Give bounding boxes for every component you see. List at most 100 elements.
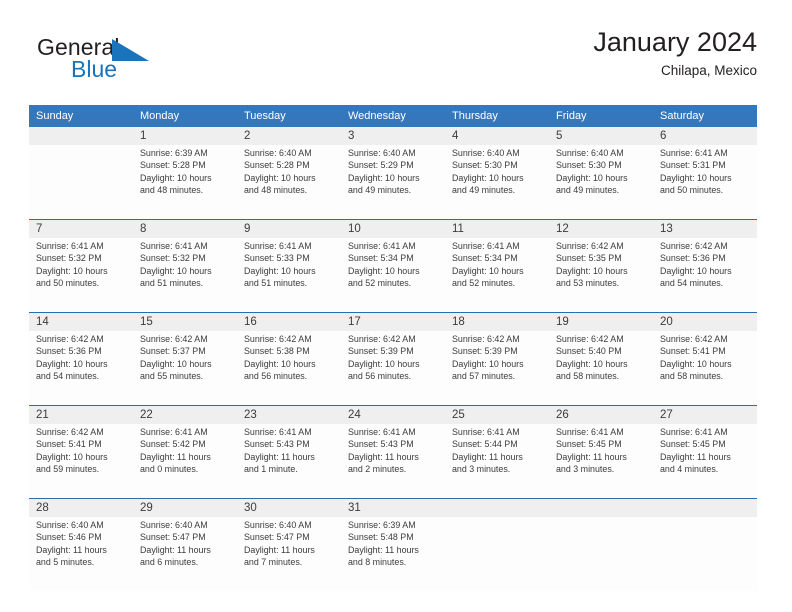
- day-cell[interactable]: Sunrise: 6:39 AM Sunset: 5:28 PM Dayligh…: [133, 145, 237, 220]
- general-blue-logo[interactable]: General Blue: [37, 34, 257, 94]
- daylight-text-line2: and 48 minutes.: [140, 185, 204, 196]
- day-cell[interactable]: Sunrise: 6:42 AM Sunset: 5:39 PM Dayligh…: [445, 331, 549, 406]
- sunset-text: Sunset: 5:45 PM: [660, 439, 726, 450]
- sunrise-text: Sunrise: 6:40 AM: [244, 148, 312, 158]
- day-number: 26: [549, 405, 653, 424]
- day-number: 13: [653, 219, 757, 238]
- sunset-text: Sunset: 5:45 PM: [556, 439, 622, 450]
- day-cell[interactable]: Sunrise: 6:42 AM Sunset: 5:40 PM Dayligh…: [549, 331, 653, 406]
- day-cell[interactable]: Sunrise: 6:41 AM Sunset: 5:44 PM Dayligh…: [445, 424, 549, 499]
- sunrise-text: Sunrise: 6:41 AM: [660, 148, 728, 158]
- sunrise-text: Sunrise: 6:40 AM: [556, 148, 624, 158]
- sunset-text: Sunset: 5:46 PM: [36, 532, 102, 543]
- day-cell[interactable]: Sunrise: 6:42 AM Sunset: 5:41 PM Dayligh…: [653, 331, 757, 406]
- sunset-text: Sunset: 5:36 PM: [36, 346, 102, 357]
- sunrise-text: Sunrise: 6:40 AM: [140, 520, 208, 530]
- day-cell[interactable]: Sunrise: 6:41 AM Sunset: 5:42 PM Dayligh…: [133, 424, 237, 499]
- day-cell[interactable]: Sunrise: 6:41 AM Sunset: 5:45 PM Dayligh…: [549, 424, 653, 499]
- daylight-text-line1: Daylight: 10 hours: [660, 172, 732, 183]
- day-number: [549, 498, 653, 517]
- week-row-details: Sunrise: 6:41 AM Sunset: 5:32 PM Dayligh…: [29, 238, 757, 313]
- day-cell[interactable]: Sunrise: 6:41 AM Sunset: 5:32 PM Dayligh…: [133, 238, 237, 313]
- sunrise-text: Sunrise: 6:42 AM: [660, 334, 728, 344]
- sunset-text: Sunset: 5:29 PM: [348, 160, 414, 171]
- weekday-header-friday: Friday: [549, 105, 653, 127]
- day-cell[interactable]: Sunrise: 6:42 AM Sunset: 5:35 PM Dayligh…: [549, 238, 653, 313]
- page-header: General Blue January 2024 Chilapa, Mexic…: [29, 26, 757, 98]
- day-cell[interactable]: Sunrise: 6:42 AM Sunset: 5:37 PM Dayligh…: [133, 331, 237, 406]
- daylight-text-line1: Daylight: 10 hours: [660, 265, 732, 276]
- day-cell[interactable]: Sunrise: 6:40 AM Sunset: 5:47 PM Dayligh…: [133, 517, 237, 591]
- sunset-text: Sunset: 5:44 PM: [452, 439, 518, 450]
- sunset-text: Sunset: 5:43 PM: [348, 439, 414, 450]
- calendar-header-row: Sunday Monday Tuesday Wednesday Thursday…: [29, 105, 757, 127]
- day-number: 14: [29, 312, 133, 331]
- day-cell[interactable]: [549, 517, 653, 591]
- day-number: 10: [341, 219, 445, 238]
- daylight-text-line1: Daylight: 10 hours: [140, 358, 212, 369]
- daylight-text-line2: and 6 minutes.: [140, 557, 199, 568]
- daylight-text-line1: Daylight: 10 hours: [556, 265, 628, 276]
- sunset-text: Sunset: 5:39 PM: [348, 346, 414, 357]
- daylight-text-line1: Daylight: 10 hours: [452, 172, 524, 183]
- day-cell[interactable]: Sunrise: 6:42 AM Sunset: 5:38 PM Dayligh…: [237, 331, 341, 406]
- day-number: 1: [133, 127, 237, 145]
- day-cell[interactable]: [445, 517, 549, 591]
- day-cell[interactable]: [29, 145, 133, 220]
- week-row-daynumbers: 7 8 9 10 11 12 13: [29, 219, 757, 238]
- day-cell[interactable]: Sunrise: 6:41 AM Sunset: 5:34 PM Dayligh…: [445, 238, 549, 313]
- sunset-text: Sunset: 5:37 PM: [140, 346, 206, 357]
- daylight-text-line1: Daylight: 10 hours: [348, 172, 420, 183]
- day-cell[interactable]: [653, 517, 757, 591]
- day-cell[interactable]: Sunrise: 6:41 AM Sunset: 5:34 PM Dayligh…: [341, 238, 445, 313]
- day-cell[interactable]: Sunrise: 6:41 AM Sunset: 5:43 PM Dayligh…: [237, 424, 341, 499]
- day-cell[interactable]: Sunrise: 6:41 AM Sunset: 5:43 PM Dayligh…: [341, 424, 445, 499]
- daylight-text-line2: and 49 minutes.: [452, 185, 516, 196]
- sunrise-text: Sunrise: 6:42 AM: [348, 334, 416, 344]
- day-cell[interactable]: Sunrise: 6:41 AM Sunset: 5:31 PM Dayligh…: [653, 145, 757, 220]
- daylight-text-line2: and 2 minutes.: [348, 464, 407, 475]
- day-number: 23: [237, 405, 341, 424]
- day-cell[interactable]: Sunrise: 6:39 AM Sunset: 5:48 PM Dayligh…: [341, 517, 445, 591]
- day-cell[interactable]: Sunrise: 6:42 AM Sunset: 5:41 PM Dayligh…: [29, 424, 133, 499]
- day-cell[interactable]: Sunrise: 6:41 AM Sunset: 5:45 PM Dayligh…: [653, 424, 757, 499]
- day-cell[interactable]: Sunrise: 6:42 AM Sunset: 5:39 PM Dayligh…: [341, 331, 445, 406]
- day-number: 16: [237, 312, 341, 331]
- day-cell[interactable]: Sunrise: 6:40 AM Sunset: 5:28 PM Dayligh…: [237, 145, 341, 220]
- day-cell[interactable]: Sunrise: 6:40 AM Sunset: 5:30 PM Dayligh…: [445, 145, 549, 220]
- daylight-text-line2: and 55 minutes.: [140, 371, 204, 382]
- sunset-text: Sunset: 5:33 PM: [244, 253, 310, 264]
- daylight-text-line2: and 50 minutes.: [660, 185, 724, 196]
- sunrise-text: Sunrise: 6:41 AM: [348, 241, 416, 251]
- day-number: 11: [445, 219, 549, 238]
- sunset-text: Sunset: 5:40 PM: [556, 346, 622, 357]
- sunrise-text: Sunrise: 6:41 AM: [140, 427, 208, 437]
- day-cell[interactable]: Sunrise: 6:40 AM Sunset: 5:29 PM Dayligh…: [341, 145, 445, 220]
- day-cell[interactable]: Sunrise: 6:42 AM Sunset: 5:36 PM Dayligh…: [29, 331, 133, 406]
- day-number: 18: [445, 312, 549, 331]
- triangle-flag-icon: [112, 39, 150, 62]
- day-number: 27: [653, 405, 757, 424]
- week-row-daynumbers: 28 29 30 31: [29, 498, 757, 517]
- daylight-text-line1: Daylight: 10 hours: [244, 358, 316, 369]
- day-cell[interactable]: Sunrise: 6:40 AM Sunset: 5:46 PM Dayligh…: [29, 517, 133, 591]
- sunrise-text: Sunrise: 6:42 AM: [556, 241, 624, 251]
- day-cell[interactable]: Sunrise: 6:40 AM Sunset: 5:47 PM Dayligh…: [237, 517, 341, 591]
- daylight-text-line1: Daylight: 10 hours: [36, 358, 108, 369]
- day-cell[interactable]: Sunrise: 6:41 AM Sunset: 5:33 PM Dayligh…: [237, 238, 341, 313]
- daylight-text-line1: Daylight: 11 hours: [36, 544, 107, 555]
- daylight-text-line1: Daylight: 10 hours: [452, 265, 524, 276]
- daylight-text-line2: and 54 minutes.: [660, 278, 724, 289]
- daylight-text-line1: Daylight: 11 hours: [140, 451, 211, 462]
- daylight-text-line2: and 56 minutes.: [348, 371, 412, 382]
- day-cell[interactable]: Sunrise: 6:41 AM Sunset: 5:32 PM Dayligh…: [29, 238, 133, 313]
- daylight-text-line1: Daylight: 10 hours: [244, 172, 316, 183]
- day-cell[interactable]: Sunrise: 6:42 AM Sunset: 5:36 PM Dayligh…: [653, 238, 757, 313]
- sunset-text: Sunset: 5:30 PM: [556, 160, 622, 171]
- day-cell[interactable]: Sunrise: 6:40 AM Sunset: 5:30 PM Dayligh…: [549, 145, 653, 220]
- daylight-text-line1: Daylight: 10 hours: [556, 358, 628, 369]
- daylight-text-line2: and 52 minutes.: [348, 278, 412, 289]
- title-block: January 2024 Chilapa, Mexico: [593, 26, 757, 79]
- sunset-text: Sunset: 5:35 PM: [556, 253, 622, 264]
- sunset-text: Sunset: 5:47 PM: [140, 532, 206, 543]
